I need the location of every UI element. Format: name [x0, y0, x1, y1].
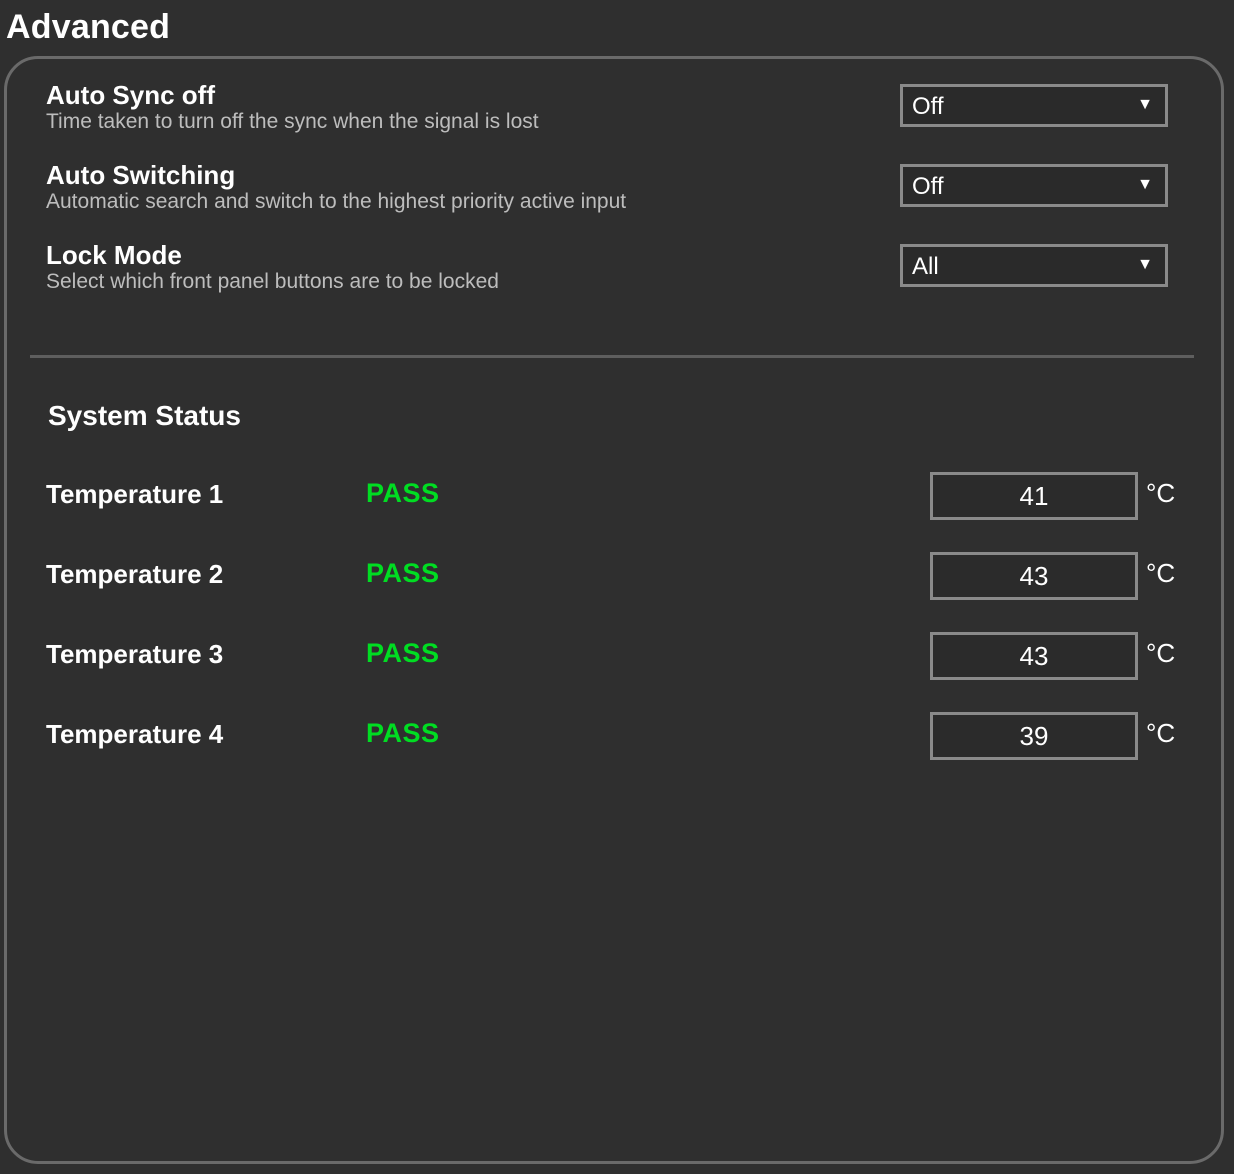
temperature-row: Temperature 4 PASS 39 °C: [46, 712, 1186, 762]
setting-auto-sync-off: Auto Sync off Time taken to turn off the…: [46, 80, 1176, 140]
setting-description: Select which front panel buttons are to …: [46, 270, 499, 293]
status-badge: PASS: [366, 478, 440, 508]
temperature-value: 39: [930, 712, 1138, 760]
temperature-label: Temperature 3: [46, 639, 224, 669]
setting-lock-mode: Lock Mode Select which front panel butto…: [46, 240, 1176, 300]
select-value: All: [912, 253, 939, 280]
lock-mode-select[interactable]: All ▼: [900, 244, 1168, 287]
advanced-panel: [4, 56, 1224, 1164]
caret-down-icon: ▼: [1137, 96, 1153, 113]
temperature-value: 43: [930, 552, 1138, 600]
temperature-unit: °C: [1146, 478, 1176, 508]
status-badge: PASS: [366, 638, 440, 668]
temperature-label: Temperature 2: [46, 559, 224, 589]
status-badge: PASS: [366, 718, 440, 748]
temperature-label: Temperature 1: [46, 479, 224, 509]
setting-description: Time taken to turn off the sync when the…: [46, 110, 539, 133]
section-divider: [30, 355, 1194, 358]
temperature-value: 43: [930, 632, 1138, 680]
auto-switching-select[interactable]: Off ▼: [900, 164, 1168, 207]
system-status-title: System Status: [48, 400, 241, 431]
temperature-row: Temperature 3 PASS 43 °C: [46, 632, 1186, 682]
caret-down-icon: ▼: [1137, 176, 1153, 193]
setting-title: Lock Mode: [46, 240, 182, 270]
caret-down-icon: ▼: [1137, 256, 1153, 273]
status-badge: PASS: [366, 558, 440, 588]
temperature-row: Temperature 2 PASS 43 °C: [46, 552, 1186, 602]
temperature-label: Temperature 4: [46, 719, 224, 749]
select-value: Off: [912, 173, 944, 200]
advanced-page: Advanced Auto Sync off Time taken to tur…: [0, 0, 1234, 1174]
temperature-unit: °C: [1146, 718, 1176, 748]
setting-description: Automatic search and switch to the highe…: [46, 190, 627, 213]
auto-sync-off-select[interactable]: Off ▼: [900, 84, 1168, 127]
temperature-unit: °C: [1146, 638, 1176, 668]
page-title: Advanced: [6, 8, 171, 46]
setting-title: Auto Sync off: [46, 80, 215, 110]
setting-title: Auto Switching: [46, 160, 236, 190]
select-value: Off: [912, 93, 944, 120]
temperature-unit: °C: [1146, 558, 1176, 588]
temperature-row: Temperature 1 PASS 41 °C: [46, 472, 1186, 522]
setting-auto-switching: Auto Switching Automatic search and swit…: [46, 160, 1176, 220]
temperature-value: 41: [930, 472, 1138, 520]
